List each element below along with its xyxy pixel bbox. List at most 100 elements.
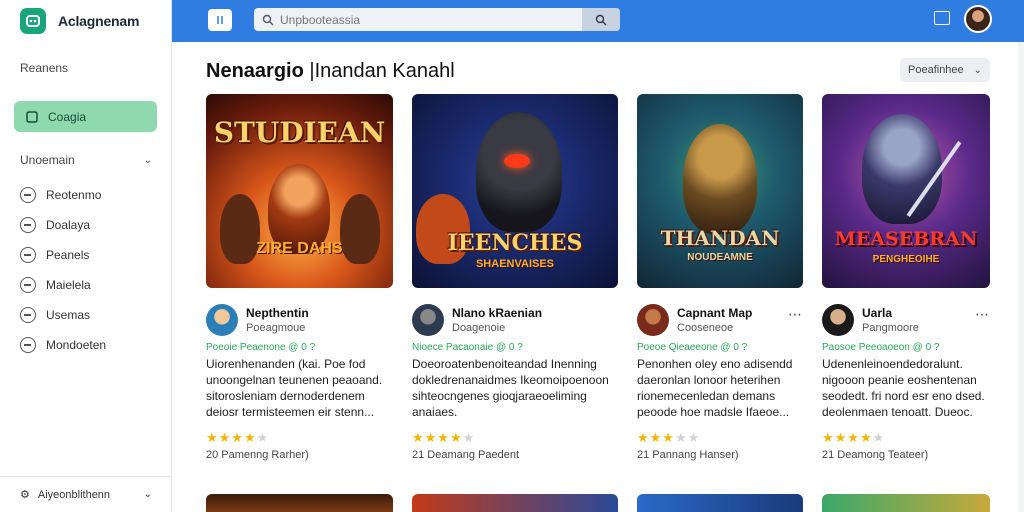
app-tags: Nioece Pacaonaie @ 0 ?: [412, 342, 523, 353]
sidebar-footer[interactable]: ⚙ Aiyeonblithenn ⌄: [0, 476, 172, 512]
game-thumbnail[interactable]: MEASEBRAN PENGHEOIHE: [822, 94, 990, 288]
sidebar-group-label: Unoemain: [20, 153, 75, 167]
star-rating: ★★★★★: [412, 430, 476, 445]
search-icon: [595, 14, 607, 25]
game-card-partial[interactable]: [822, 494, 990, 512]
app-description: Uiorenhenanden (kai. Poe fod unoongelnan…: [206, 357, 383, 419]
developer-name[interactable]: Pangmoore: [862, 322, 919, 334]
sidebar-section-title: Reanens: [20, 61, 69, 75]
card-meta: Nlano kRaenian Doagenoie: [412, 304, 618, 338]
game-card[interactable]: STUDIEAN ZIRE DAHS Nepthentin Poeagmoue …: [206, 94, 393, 461]
sort-label: Poeafinhee: [908, 64, 964, 76]
sidebar-item[interactable]: Mondoeten: [20, 330, 106, 360]
chevron-down-icon: ⌄: [143, 489, 152, 500]
page-title-rest: |Inandan Kanahl: [309, 60, 455, 82]
minus-circle-icon: [20, 277, 36, 293]
card-meta: Nepthentin Poeagmoue: [206, 304, 393, 338]
minus-circle-icon: [20, 247, 36, 263]
thumbnail-subtitle: ZIRE DAHS: [256, 240, 343, 257]
app-description: Doeoroatenbenoiteandad Inenning dokledre…: [412, 357, 609, 419]
thumbnail-subtitle: SHAENVAISES: [475, 258, 555, 270]
rating-count: 20 Pamenng Rarher): [206, 449, 309, 461]
sidebar-item-label: Mondoeten: [46, 338, 107, 352]
menu-button[interactable]: [208, 9, 232, 31]
sidebar-item[interactable]: Doalaya: [20, 210, 106, 240]
thumbnail-title: MEASEBRAN: [834, 228, 978, 250]
thumbnail-subtitle: NOUDEAMNE: [687, 252, 753, 263]
sidebar-item-label: Reotenmo: [46, 188, 102, 202]
card-meta: Uarla Pangmoore ⋯: [822, 304, 990, 338]
game-card-partial[interactable]: [206, 494, 393, 512]
app-avatar: [412, 304, 444, 336]
app-tags: Paosoe Peeoaoeon @ 0 ?: [822, 342, 940, 353]
sidebar-item[interactable]: Maielela: [20, 270, 106, 300]
game-card-partial[interactable]: [637, 494, 803, 512]
page-icon: [26, 110, 38, 123]
more-options-icon[interactable]: ⋯: [788, 306, 803, 323]
card-meta: Capnant Map Cooseneoe ⋯: [637, 304, 803, 338]
search-bar: [254, 8, 620, 31]
game-card-partial[interactable]: [412, 494, 618, 512]
game-thumbnail[interactable]: STUDIEAN ZIRE DAHS: [206, 94, 393, 288]
developer-name[interactable]: Cooseneoe: [677, 322, 733, 334]
rating-count: 21 Deamong Teateer): [822, 449, 929, 461]
thumbnail-title: IEENCHES: [447, 230, 583, 256]
app-avatar: [206, 304, 238, 336]
game-card[interactable]: MEASEBRAN PENGHEOIHE Uarla Pangmoore ⋯ P…: [822, 94, 990, 461]
search-input[interactable]: [280, 12, 580, 27]
character-figure: [476, 112, 562, 232]
menu-icon: [217, 16, 223, 24]
character-figure: [683, 124, 757, 234]
developer-name[interactable]: Doagenoie: [452, 322, 505, 334]
rating-count: 21 Deamang Paedent: [412, 449, 520, 461]
app-avatar: [822, 304, 854, 336]
star-rating: ★★★★★: [822, 430, 886, 445]
thumbnail-title: THANDAN: [660, 226, 780, 250]
sidebar-item[interactable]: Reotenmo: [20, 180, 106, 210]
sidebar-item-label: Doalaya: [46, 218, 91, 232]
sidebar-item[interactable]: Peanels: [20, 240, 106, 270]
brand-name: Aclagnenam: [58, 13, 140, 29]
more-options-icon[interactable]: ⋯: [975, 306, 990, 323]
game-thumbnail[interactable]: IEENCHES SHAENVAISES: [412, 94, 618, 288]
sidebar-item-label: Maielela: [46, 278, 91, 292]
developer-name[interactable]: Poeagmoue: [246, 322, 305, 334]
sidebar-item-label: Coagia: [48, 109, 87, 124]
thumbnail-title: STUDIEAN: [213, 116, 386, 149]
app-name[interactable]: Nlano kRaenian: [452, 306, 542, 320]
app-name[interactable]: Capnant Map: [677, 306, 752, 320]
sort-dropdown[interactable]: Poeafinhee ⌄: [900, 58, 990, 82]
sidebar-item-label: Peanels: [46, 248, 90, 262]
sidebar-list: Reotenmo Doalaya Peanels Maielela Usemas…: [20, 180, 106, 360]
visor: [504, 154, 530, 168]
top-bar: [172, 0, 1024, 42]
minus-circle-icon: [20, 337, 36, 353]
thumbnail-subtitle: PENGHEOIHE: [872, 254, 940, 265]
app-name[interactable]: Nepthentin: [246, 306, 309, 320]
sidebar-item-label: Usemas: [46, 308, 91, 322]
brand-logo-icon: [20, 8, 46, 34]
app-tags: Poeoe Qieaeeone @ 0 ?: [637, 342, 748, 353]
search-icon: [262, 14, 274, 25]
app-name[interactable]: Uarla: [862, 306, 892, 320]
sidebar-group-toggle[interactable]: Unoemain ⌄: [0, 153, 172, 167]
minus-circle-icon: [20, 307, 36, 323]
chevron-down-icon: ⌄: [143, 154, 152, 166]
game-thumbnail[interactable]: THANDAN NOUDEAMNE: [637, 94, 803, 288]
search-button[interactable]: [582, 8, 620, 31]
character-figure: [862, 114, 942, 224]
rating-count: 21 Pannang Hanser): [637, 449, 739, 461]
main-content: Nenaargio |Inandan Kanahl Poeafinhee ⌄ S…: [172, 42, 1018, 512]
game-card[interactable]: IEENCHES SHAENVAISES Nlano kRaenian Doag…: [412, 94, 618, 461]
sidebar-item[interactable]: Usemas: [20, 300, 106, 330]
user-avatar[interactable]: [964, 5, 992, 33]
notification-icon[interactable]: [934, 11, 950, 25]
minus-circle-icon: [20, 217, 36, 233]
brand[interactable]: Aclagnenam: [0, 0, 171, 42]
gear-icon: ⚙: [20, 489, 30, 501]
sidebar-item-active[interactable]: Coagia: [14, 101, 157, 132]
sidebar-footer-label: Aiyeonblithenn: [37, 488, 111, 501]
app-description: Udenenleinoendedoralunt. nigooon peanie …: [822, 357, 985, 422]
game-card[interactable]: THANDAN NOUDEAMNE Capnant Map Cooseneoe …: [637, 94, 803, 461]
page-title-bold: Nenaargio: [206, 60, 304, 82]
